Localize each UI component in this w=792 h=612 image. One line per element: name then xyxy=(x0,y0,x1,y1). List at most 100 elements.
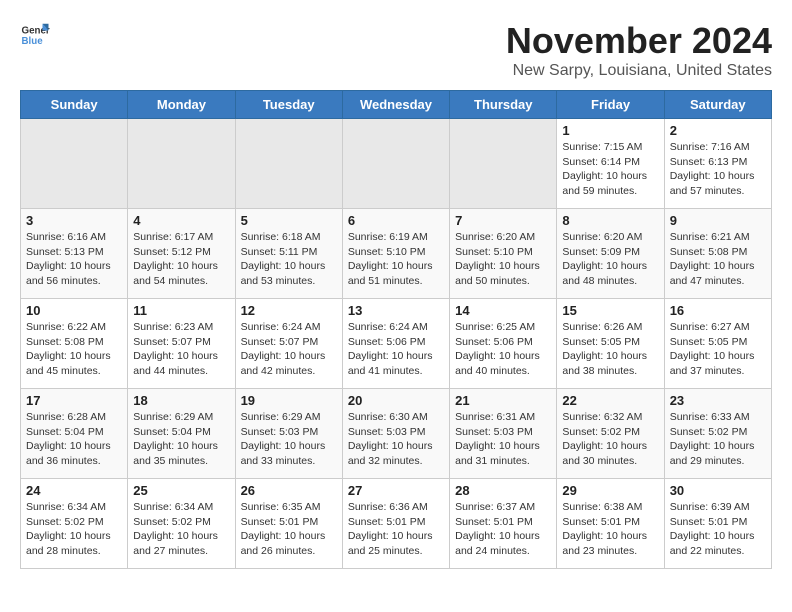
day-number: 11 xyxy=(133,303,229,318)
day-info: Sunrise: 6:26 AM Sunset: 5:05 PM Dayligh… xyxy=(562,320,658,379)
calendar-cell: 30 Sunrise: 6:39 AM Sunset: 5:01 PM Dayli… xyxy=(664,479,771,569)
day-number: 7 xyxy=(455,213,551,228)
week-row-2: 3 Sunrise: 6:16 AM Sunset: 5:13 PM Daylig… xyxy=(21,209,772,299)
calendar-cell: 16 Sunrise: 6:27 AM Sunset: 5:05 PM Dayli… xyxy=(664,299,771,389)
calendar-cell: 21 Sunrise: 6:31 AM Sunset: 5:03 PM Dayli… xyxy=(450,389,557,479)
day-info: Sunrise: 6:36 AM Sunset: 5:01 PM Dayligh… xyxy=(348,500,444,559)
calendar-cell xyxy=(128,119,235,209)
day-number: 17 xyxy=(26,393,122,408)
day-number: 10 xyxy=(26,303,122,318)
calendar-cell: 28 Sunrise: 6:37 AM Sunset: 5:01 PM Dayli… xyxy=(450,479,557,569)
logo: General Blue xyxy=(20,20,50,50)
calendar-cell: 24 Sunrise: 6:34 AM Sunset: 5:02 PM Dayli… xyxy=(21,479,128,569)
calendar-cell: 7 Sunrise: 6:20 AM Sunset: 5:10 PM Daylig… xyxy=(450,209,557,299)
day-number: 25 xyxy=(133,483,229,498)
day-info: Sunrise: 6:39 AM Sunset: 5:01 PM Dayligh… xyxy=(670,500,766,559)
calendar-cell xyxy=(235,119,342,209)
day-info: Sunrise: 6:23 AM Sunset: 5:07 PM Dayligh… xyxy=(133,320,229,379)
weekday-header-row: SundayMondayTuesdayWednesdayThursdayFrid… xyxy=(21,91,772,119)
svg-text:Blue: Blue xyxy=(22,36,44,47)
calendar-cell: 17 Sunrise: 6:28 AM Sunset: 5:04 PM Dayli… xyxy=(21,389,128,479)
week-row-3: 10 Sunrise: 6:22 AM Sunset: 5:08 PM Dayli… xyxy=(21,299,772,389)
calendar-cell: 5 Sunrise: 6:18 AM Sunset: 5:11 PM Daylig… xyxy=(235,209,342,299)
calendar-cell: 26Sunrise: 6:35 AM Sunset: 5:01 PM Dayli… xyxy=(235,479,342,569)
day-info: Sunrise: 6:17 AM Sunset: 5:12 PM Dayligh… xyxy=(133,230,229,289)
day-number: 20 xyxy=(348,393,444,408)
day-info: Sunrise: 6:37 AM Sunset: 5:01 PM Dayligh… xyxy=(455,500,551,559)
day-number: 23 xyxy=(670,393,766,408)
day-info: Sunrise: 6:22 AM Sunset: 5:08 PM Dayligh… xyxy=(26,320,122,379)
day-number: 8 xyxy=(562,213,658,228)
day-number: 29 xyxy=(562,483,658,498)
day-info: Sunrise: 6:30 AM Sunset: 5:03 PM Dayligh… xyxy=(348,410,444,469)
day-info: Sunrise: 7:16 AM Sunset: 6:13 PM Dayligh… xyxy=(670,140,766,199)
day-info: Sunrise: 6:38 AM Sunset: 5:01 PM Dayligh… xyxy=(562,500,658,559)
weekday-header-friday: Friday xyxy=(557,91,664,119)
day-info: Sunrise: 6:28 AM Sunset: 5:04 PM Dayligh… xyxy=(26,410,122,469)
day-number: 3 xyxy=(26,213,122,228)
calendar-cell: 20 Sunrise: 6:30 AM Sunset: 5:03 PM Dayli… xyxy=(342,389,449,479)
day-info: Sunrise: 6:27 AM Sunset: 5:05 PM Dayligh… xyxy=(670,320,766,379)
calendar-cell: 9 Sunrise: 6:21 AM Sunset: 5:08 PM Daylig… xyxy=(664,209,771,299)
day-number: 2 xyxy=(670,123,766,138)
day-info: Sunrise: 6:18 AM Sunset: 5:11 PM Dayligh… xyxy=(241,230,337,289)
calendar-cell: 8 Sunrise: 6:20 AM Sunset: 5:09 PM Daylig… xyxy=(557,209,664,299)
day-info: Sunrise: 6:34 AM Sunset: 5:02 PM Dayligh… xyxy=(26,500,122,559)
week-row-4: 17 Sunrise: 6:28 AM Sunset: 5:04 PM Dayli… xyxy=(21,389,772,479)
day-info: Sunrise: 6:20 AM Sunset: 5:10 PM Dayligh… xyxy=(455,230,551,289)
day-number: 22 xyxy=(562,393,658,408)
day-number: 27 xyxy=(348,483,444,498)
title-area: November 2024 New Sarpy, Louisiana, Unit… xyxy=(506,20,772,80)
day-info: Sunrise: 6:16 AM Sunset: 5:13 PM Dayligh… xyxy=(26,230,122,289)
day-number: 21 xyxy=(455,393,551,408)
calendar: SundayMondayTuesdayWednesdayThursdayFrid… xyxy=(20,90,772,569)
calendar-cell: 1 Sunrise: 7:15 AM Sunset: 6:14 PM Daylig… xyxy=(557,119,664,209)
calendar-cell: 4 Sunrise: 6:17 AM Sunset: 5:12 PM Daylig… xyxy=(128,209,235,299)
day-number: 30 xyxy=(670,483,766,498)
day-number: 1 xyxy=(562,123,658,138)
logo-icon: General Blue xyxy=(20,20,50,50)
calendar-cell: 22Sunrise: 6:32 AM Sunset: 5:02 PM Dayli… xyxy=(557,389,664,479)
day-number: 4 xyxy=(133,213,229,228)
calendar-cell xyxy=(342,119,449,209)
weekday-header-tuesday: Tuesday xyxy=(235,91,342,119)
weekday-header-sunday: Sunday xyxy=(21,91,128,119)
calendar-cell: 18Sunrise: 6:29 AM Sunset: 5:04 PM Dayli… xyxy=(128,389,235,479)
weekday-header-wednesday: Wednesday xyxy=(342,91,449,119)
day-info: Sunrise: 6:35 AM Sunset: 5:01 PM Dayligh… xyxy=(241,500,337,559)
week-row-5: 24 Sunrise: 6:34 AM Sunset: 5:02 PM Dayli… xyxy=(21,479,772,569)
day-info: Sunrise: 6:21 AM Sunset: 5:08 PM Dayligh… xyxy=(670,230,766,289)
day-info: Sunrise: 6:19 AM Sunset: 5:10 PM Dayligh… xyxy=(348,230,444,289)
day-info: Sunrise: 6:20 AM Sunset: 5:09 PM Dayligh… xyxy=(562,230,658,289)
day-number: 13 xyxy=(348,303,444,318)
day-number: 6 xyxy=(348,213,444,228)
day-info: Sunrise: 6:31 AM Sunset: 5:03 PM Dayligh… xyxy=(455,410,551,469)
day-info: Sunrise: 6:29 AM Sunset: 5:03 PM Dayligh… xyxy=(241,410,337,469)
calendar-cell xyxy=(21,119,128,209)
weekday-header-saturday: Saturday xyxy=(664,91,771,119)
calendar-cell: 13 Sunrise: 6:24 AM Sunset: 5:06 PM Dayli… xyxy=(342,299,449,389)
day-number: 18 xyxy=(133,393,229,408)
calendar-cell: 27 Sunrise: 6:36 AM Sunset: 5:01 PM Dayli… xyxy=(342,479,449,569)
day-info: Sunrise: 6:34 AM Sunset: 5:02 PM Dayligh… xyxy=(133,500,229,559)
day-number: 5 xyxy=(241,213,337,228)
day-number: 15 xyxy=(562,303,658,318)
calendar-cell: 29 Sunrise: 6:38 AM Sunset: 5:01 PM Dayli… xyxy=(557,479,664,569)
day-number: 28 xyxy=(455,483,551,498)
day-number: 9 xyxy=(670,213,766,228)
day-info: Sunrise: 7:15 AM Sunset: 6:14 PM Dayligh… xyxy=(562,140,658,199)
calendar-cell: 2 Sunrise: 7:16 AM Sunset: 6:13 PM Daylig… xyxy=(664,119,771,209)
calendar-cell: 6 Sunrise: 6:19 AM Sunset: 5:10 PM Daylig… xyxy=(342,209,449,299)
day-info: Sunrise: 6:24 AM Sunset: 5:07 PM Dayligh… xyxy=(241,320,337,379)
location-title: New Sarpy, Louisiana, United States xyxy=(506,62,772,80)
calendar-cell: 14Sunrise: 6:25 AM Sunset: 5:06 PM Dayli… xyxy=(450,299,557,389)
day-number: 19 xyxy=(241,393,337,408)
week-row-1: 1 Sunrise: 7:15 AM Sunset: 6:14 PM Daylig… xyxy=(21,119,772,209)
calendar-cell: 19 Sunrise: 6:29 AM Sunset: 5:03 PM Dayli… xyxy=(235,389,342,479)
day-info: Sunrise: 6:24 AM Sunset: 5:06 PM Dayligh… xyxy=(348,320,444,379)
day-number: 24 xyxy=(26,483,122,498)
day-number: 16 xyxy=(670,303,766,318)
day-number: 14 xyxy=(455,303,551,318)
calendar-cell: 3 Sunrise: 6:16 AM Sunset: 5:13 PM Daylig… xyxy=(21,209,128,299)
calendar-cell: 10 Sunrise: 6:22 AM Sunset: 5:08 PM Dayli… xyxy=(21,299,128,389)
